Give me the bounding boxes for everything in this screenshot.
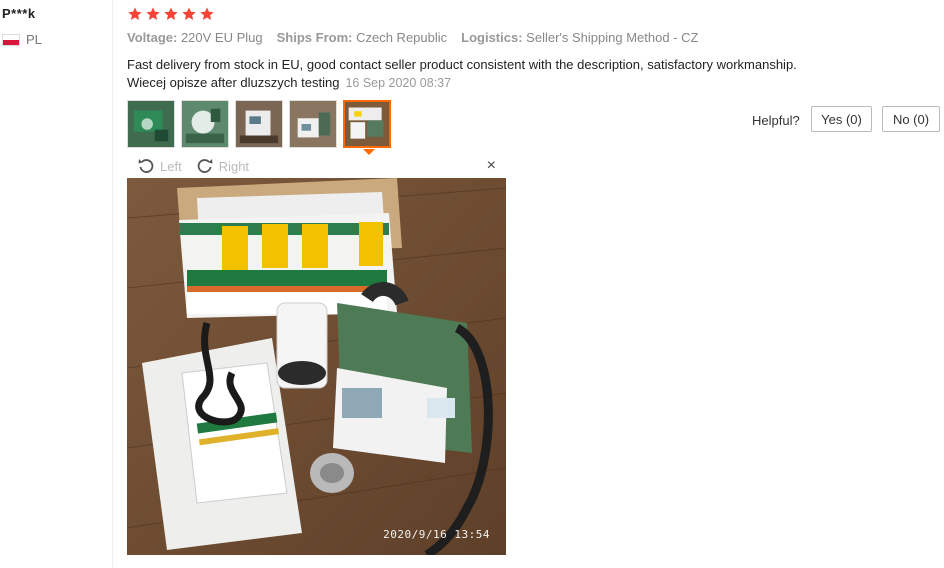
star-icon: [200, 7, 214, 20]
star-icon: [182, 7, 196, 20]
rotate-left-icon: [138, 159, 154, 173]
order-properties: Voltage: 220V EU Plug Ships From: Czech …: [127, 30, 698, 45]
review-photo-large: 2020/9/16 13:54: [127, 178, 506, 555]
image-viewer-toolbar: Left Right ×: [127, 155, 506, 177]
reviewer-country: PL: [2, 32, 42, 47]
star-rating: [127, 6, 215, 22]
photo-timestamp: 2020/9/16 13:54: [383, 528, 490, 541]
rotate-right-icon: [197, 159, 213, 173]
photo-thumbnails: [127, 100, 391, 148]
product-photo: [127, 178, 506, 555]
property-voltage: Voltage: 220V EU Plug: [127, 30, 263, 45]
close-viewer-button[interactable]: ×: [487, 157, 496, 175]
star-icon: [128, 7, 142, 20]
review-line-1: Fast delivery from stock in EU, good con…: [127, 57, 797, 72]
review-text: Fast delivery from stock in EU, good con…: [127, 56, 887, 92]
rotate-left-button[interactable]: Left: [137, 157, 182, 175]
reviewer-name: P***k: [2, 6, 36, 21]
helpful-no-button[interactable]: No (0): [882, 106, 940, 132]
property-ships-from: Ships From: Czech Republic: [276, 30, 448, 45]
poland-flag-icon: [2, 33, 20, 46]
thumbnail-4[interactable]: [289, 100, 337, 148]
helpful-label: Helpful?: [752, 113, 800, 128]
thumbnail-1[interactable]: [127, 100, 175, 148]
thumbnail-3[interactable]: [235, 100, 283, 148]
thumbnail-2[interactable]: [181, 100, 229, 148]
star-icon: [146, 7, 160, 20]
property-logistics: Logistics: Seller's Shipping Method - CZ: [461, 30, 699, 45]
rotate-right-button[interactable]: Right: [196, 157, 249, 175]
column-divider: [112, 0, 113, 568]
helpful-yes-button[interactable]: Yes (0): [811, 106, 872, 132]
thumbnail-5-selected[interactable]: [343, 100, 391, 148]
star-icon: [164, 7, 178, 20]
review-line-2: Wiecej opisze after dluzszych testing 16 …: [127, 75, 452, 90]
country-code: PL: [26, 32, 42, 47]
review-date: 16 Sep 2020 08:37: [345, 76, 452, 90]
